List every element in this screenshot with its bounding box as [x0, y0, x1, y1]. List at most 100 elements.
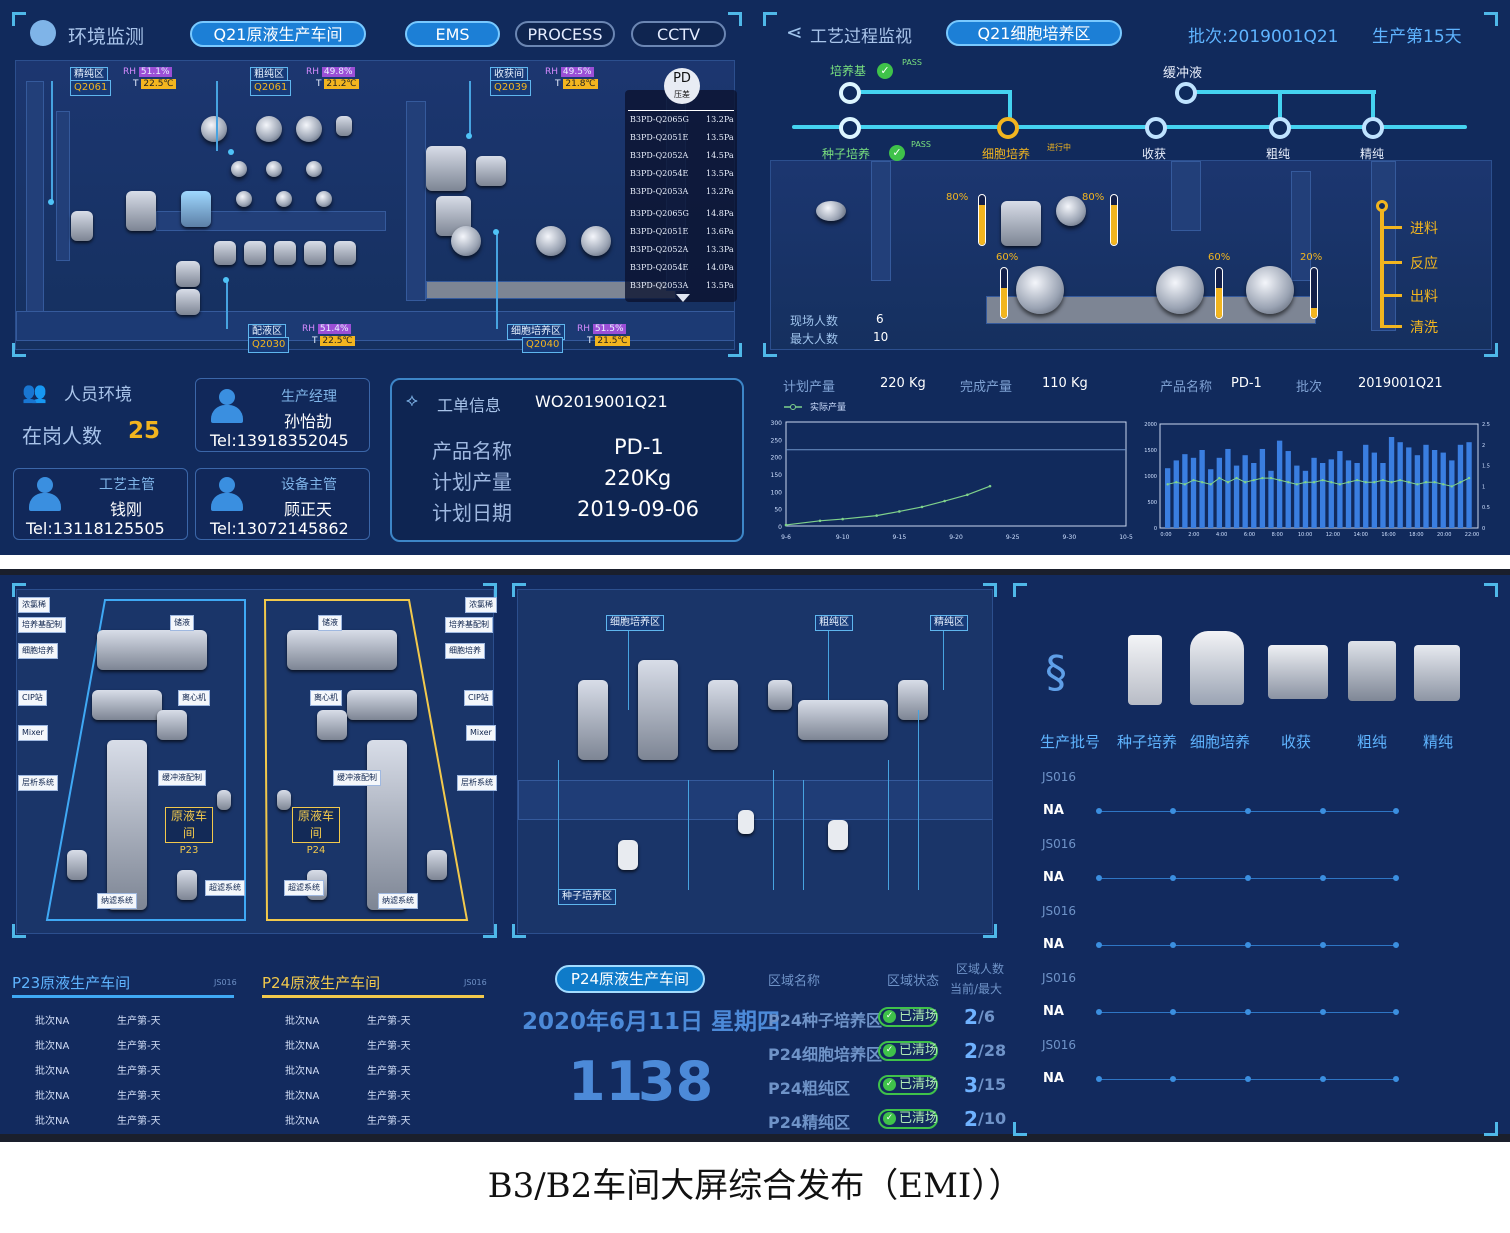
onsite-label: 现场人数 [790, 314, 839, 328]
flow-value: NA [1043, 1071, 1064, 1086]
status-badge[interactable]: ✓ 已清场 [878, 1109, 938, 1129]
t-value: 21.5℃ [595, 336, 630, 346]
flow-dot[interactable] [1170, 942, 1176, 948]
flow-dot[interactable] [1393, 942, 1399, 948]
bar-31 [1431, 450, 1438, 528]
avatar [26, 475, 64, 513]
flow-dot[interactable] [1245, 1076, 1251, 1082]
tab-ems[interactable]: EMS [405, 21, 500, 47]
flow-dot[interactable] [1245, 942, 1251, 948]
level-gauge [1310, 267, 1318, 319]
y-tick-0: 0 [778, 524, 782, 531]
chevron-down-icon[interactable] [676, 294, 690, 302]
flow-dot[interactable] [1096, 808, 1102, 814]
flow-dot[interactable] [1096, 1076, 1102, 1082]
contact-tel: Tel:13118125505 [26, 519, 165, 538]
node-fine[interactable] [1362, 117, 1384, 139]
legend-marker [790, 404, 796, 410]
node-harvest[interactable] [1145, 117, 1167, 139]
bar-8 [1233, 465, 1240, 528]
trend-point-14 [1287, 481, 1290, 484]
plan-label: 计划产量 [783, 380, 836, 395]
equip-label: 缓冲液配制 [333, 770, 381, 786]
y2-tick-0: 0 [1482, 526, 1485, 532]
flow-dot[interactable] [1320, 808, 1326, 814]
bioreactor-icon [1190, 631, 1244, 705]
flow-dot[interactable] [1320, 875, 1326, 881]
flow-dot[interactable] [1170, 1009, 1176, 1015]
product-value: PD-1 [614, 435, 664, 459]
flow-dot[interactable] [1320, 1076, 1326, 1082]
node-cell[interactable] [997, 117, 1019, 139]
flow-dot[interactable] [1393, 875, 1399, 881]
node-seed[interactable] [839, 117, 861, 139]
area-pill-q21[interactable]: Q21原液生产车间 [190, 21, 366, 47]
flow-dot[interactable] [1170, 1076, 1176, 1082]
rough-purify-icon [1348, 641, 1396, 701]
level-gauge [1215, 267, 1223, 319]
flow-dot[interactable] [1170, 875, 1176, 881]
pd-value: 13.5Pa [706, 281, 734, 290]
contact-card-manager[interactable]: 生产经理 孙怡劼 Tel:13918352045 [195, 378, 370, 452]
pd-sensor: B3PD-Q2051E [630, 227, 689, 236]
pd-sensor: B3PD-Q2052A [630, 151, 689, 160]
x-tick-3: 9-20 [949, 534, 963, 541]
contact-role: 工艺主管 [99, 477, 155, 493]
flow-dot[interactable] [1170, 808, 1176, 814]
bar-9 [1242, 455, 1248, 528]
p24-room-badge[interactable]: 原液车间 P24 [292, 807, 340, 856]
contact-name: 孙怡劼 [284, 412, 333, 431]
stage-seed: 种子培养 [822, 147, 871, 161]
status-badge[interactable]: ✓ 已清场 [878, 1007, 938, 1027]
flow-dot[interactable] [1096, 942, 1102, 948]
node-buffer[interactable] [1175, 82, 1197, 104]
node-medium[interactable] [839, 82, 861, 104]
flow-dot[interactable] [1245, 808, 1251, 814]
check-icon: ✓ [889, 142, 905, 161]
contact-card-process[interactable]: 工艺主管 钱刚 Tel:13118125505 [13, 468, 188, 540]
area-pill-cell[interactable]: Q21细胞培养区 [946, 20, 1122, 46]
tab-process[interactable]: PROCESS [515, 21, 615, 47]
contact-name: 顾正天 [284, 500, 333, 519]
flow-dot[interactable] [1245, 1009, 1251, 1015]
status-badge[interactable]: ✓ 已清场 [878, 1075, 938, 1095]
y-tick-2: 1000 [1144, 474, 1157, 480]
node-rough[interactable] [1269, 117, 1291, 139]
workshop-pill[interactable]: P24原液生产车间 [555, 965, 705, 993]
batch-cell: 批次NA [35, 1091, 70, 1102]
clock-hours: 11 [568, 1050, 644, 1113]
equip-label: 储液 [318, 615, 342, 631]
zone-header-ratio: 当前/最大 [950, 982, 1003, 996]
flow-dot[interactable] [1096, 1009, 1102, 1015]
flow-dot[interactable] [1320, 1009, 1326, 1015]
contact-tel: Tel:13918352045 [210, 431, 349, 450]
bar-1 [1173, 460, 1179, 528]
equip-label: 培养基配制 [18, 617, 66, 633]
x-tick-2: 9-15 [893, 534, 907, 541]
pd-value: 14.0Pa [706, 263, 734, 272]
zone-max: /15 [978, 1075, 1007, 1094]
workorder-card: ⟡ 工单信息 WO2019001Q21 产品名称 PD-1 计划产量 220Kg… [390, 378, 744, 542]
contact-card-equipment[interactable]: 设备主管 顾正天 Tel:13072145862 [195, 468, 370, 540]
product-label: 产品名称 [432, 439, 512, 463]
process-title: 工艺过程监视 [810, 27, 912, 47]
p23-room-badge[interactable]: 原液车间 P23 [165, 807, 213, 856]
tab-cctv[interactable]: CCTV [631, 21, 726, 47]
x-tick-6: 12:00 [1326, 532, 1340, 538]
flow-dot[interactable] [1245, 875, 1251, 881]
status-badge[interactable]: ✓ 已清场 [878, 1041, 938, 1061]
x-tick-8: 16:00 [1381, 532, 1395, 538]
stage-fine: 精纯 [1360, 147, 1385, 161]
flow-dot[interactable] [1393, 808, 1399, 814]
trend-point-17 [1312, 481, 1316, 484]
done-value: 110 Kg [1042, 376, 1088, 391]
plan-date-label: 计划日期 [432, 501, 512, 525]
people-icon: 👥 [22, 380, 47, 404]
gauge-label: 60% [1208, 252, 1231, 263]
flow-dot[interactable] [1320, 942, 1326, 948]
flow-dot[interactable] [1096, 875, 1102, 881]
flow-dot[interactable] [1393, 1076, 1399, 1082]
flow-dot[interactable] [1393, 1009, 1399, 1015]
bar-12 [1268, 470, 1274, 528]
room-badge-label: 原液车间 [297, 809, 334, 840]
